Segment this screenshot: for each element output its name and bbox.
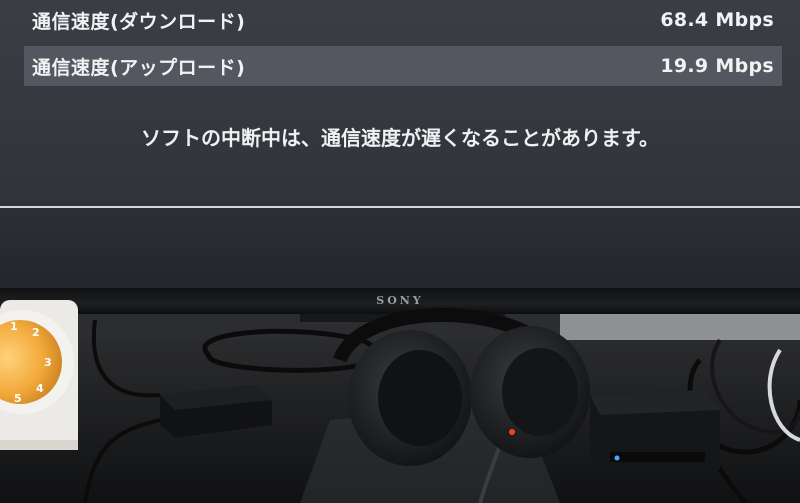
alarm-clock: 1 2 3 4 5 [0,300,78,450]
clock-digit: 5 [14,392,22,405]
clock-digit: 2 [32,326,40,339]
clock-digit: 4 [36,382,44,395]
status-led [614,455,620,461]
clock-digit: 1 [10,320,18,333]
power-led [509,429,515,435]
photo-scene: 通信速度(ダウンロード) 68.4 Mbps 通信速度(アップロード) 19.9… [0,0,800,503]
clock-digit: 3 [44,356,52,369]
usb-charger [590,390,720,475]
desk-scene: 1 2 3 4 5 [0,300,800,503]
